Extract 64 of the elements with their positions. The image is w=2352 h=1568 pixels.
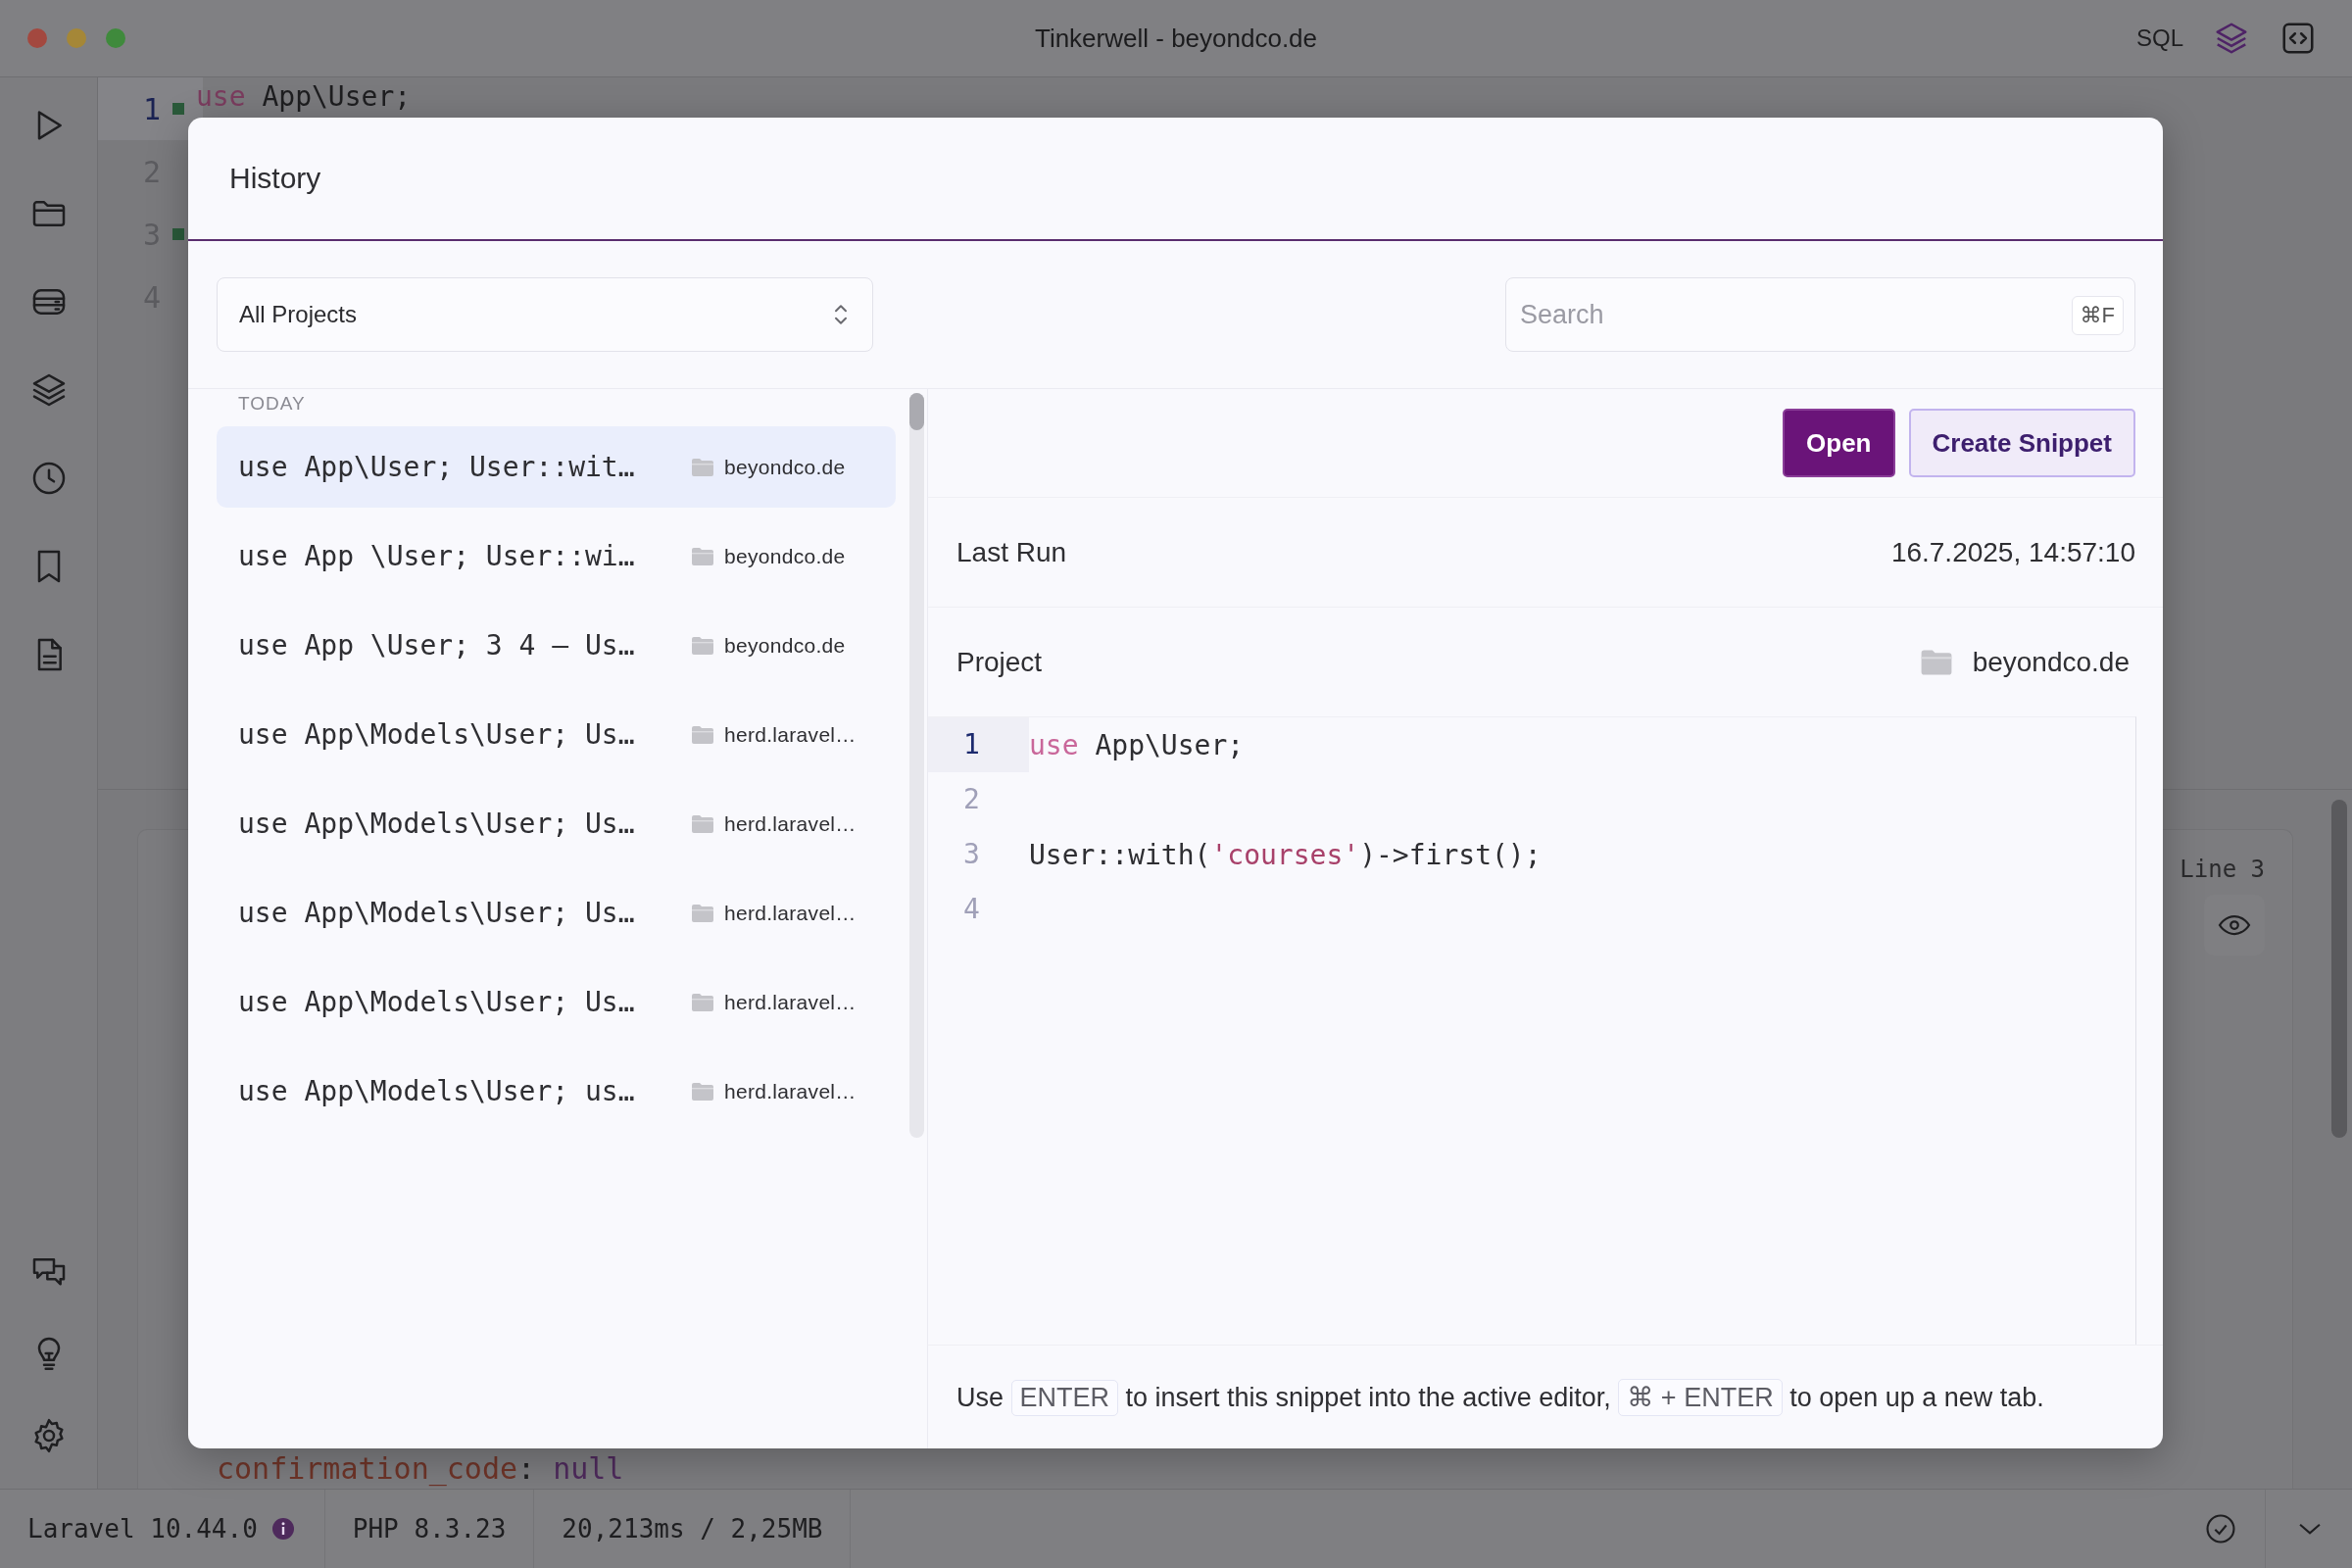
open-button[interactable]: Open xyxy=(1783,409,1895,477)
snippet-preview: use App\User; User::wit… xyxy=(238,451,636,483)
history-item[interactable]: use App\Models\User; Us… herd.laravel… xyxy=(217,961,896,1043)
history-item[interactable]: use App\User; User::wit… beyondco.de xyxy=(217,426,896,508)
history-item[interactable]: use App\Models\User; Us… herd.laravel… xyxy=(217,783,896,864)
folder-icon xyxy=(691,724,714,745)
folder-icon xyxy=(691,635,714,656)
code-line: use App\User; xyxy=(196,81,412,113)
folder-icon xyxy=(691,457,714,477)
snippet-preview: use App\Models\User; Us… xyxy=(238,808,636,840)
snippet-preview: use App \User; 3 4 – Us… xyxy=(238,629,636,662)
project-select[interactable]: All Projects xyxy=(217,277,873,352)
sql-button[interactable]: SQL xyxy=(2135,24,2183,52)
project-name: beyondco.de xyxy=(724,633,846,658)
footer-hint: Use ENTER to insert this snippet into the active editor, ⌘ + ENTER to open up a new tab. xyxy=(956,1378,2044,1416)
detail-label: Last Run xyxy=(956,536,1067,568)
code-icon[interactable] xyxy=(2279,20,2317,57)
line-number: 4 xyxy=(962,892,981,927)
line-number: 1 xyxy=(928,717,1029,772)
status-text: 20,213ms / 2,25MB xyxy=(562,1514,823,1544)
history-item[interactable]: use App\Models\User; Us… herd.laravel… xyxy=(217,872,896,954)
project-name: herd.laravel… xyxy=(724,722,857,747)
history-item[interactable]: use App \User; 3 4 – Us… beyondco.de xyxy=(217,605,896,686)
status-text: PHP 8.3.23 xyxy=(352,1514,507,1544)
window-title: Tinkerwell - beyondco.de xyxy=(1034,23,1318,54)
output-text: confirmation_code: null xyxy=(217,1451,624,1487)
folder-icon xyxy=(691,903,714,923)
detail-value: beyondco.de xyxy=(1972,646,2130,678)
detail-label: Project xyxy=(956,646,1043,678)
snippet-preview: use App\Models\User; Us… xyxy=(238,986,636,1018)
shortcut-key: ⌘F xyxy=(2071,296,2124,335)
code-line: use App\User; xyxy=(1029,728,1245,761)
folder-icon xyxy=(691,813,714,834)
dialog-title: History xyxy=(229,162,321,195)
project-name: herd.laravel… xyxy=(724,1079,857,1103)
group-label: TODAY xyxy=(238,393,306,415)
status-text: Laravel 10.44.0 xyxy=(27,1514,258,1544)
line-label: Line 3 xyxy=(2180,856,2265,883)
project-name: herd.laravel… xyxy=(724,990,857,1014)
project-name: herd.laravel… xyxy=(724,811,857,836)
history-item[interactable]: use App \User; User::wi… beyondco.de xyxy=(217,515,896,597)
folder-icon xyxy=(691,546,714,566)
snippet-preview: use App\Models\User; Us… xyxy=(238,897,636,929)
info-icon[interactable] xyxy=(270,1517,295,1541)
project-name: beyondco.de xyxy=(724,544,846,568)
history-item[interactable]: use App\Models\User; us… herd.laravel… xyxy=(217,1051,896,1132)
scrollbar[interactable] xyxy=(909,393,924,1138)
scrollbar[interactable] xyxy=(2331,800,2347,1138)
detail-value: 16.7.2025, 14:57:10 xyxy=(1890,536,2135,568)
create-snippet-button[interactable]: Create Snippet xyxy=(1908,409,2135,477)
snippet-preview: use App \User; User::wi… xyxy=(238,540,636,572)
folder-icon xyxy=(1919,648,1953,676)
line-number: 3 xyxy=(962,837,981,872)
project-name: herd.laravel… xyxy=(724,901,857,925)
check-circle-icon[interactable] xyxy=(2204,1512,2237,1545)
history-item[interactable]: use App\Models\User; Us… herd.laravel… xyxy=(217,694,896,775)
snippet-preview: use App\Models\User; us… xyxy=(238,1075,636,1107)
code-line: User::with('courses')->first(); xyxy=(1029,838,1542,871)
folder-icon xyxy=(691,992,714,1012)
folder-icon xyxy=(691,1081,714,1102)
line-number: 1 xyxy=(141,91,161,126)
project-name: beyondco.de xyxy=(724,455,846,479)
snippet-preview: use App\Models\User; Us… xyxy=(238,718,636,751)
line-number: 2 xyxy=(962,782,981,817)
